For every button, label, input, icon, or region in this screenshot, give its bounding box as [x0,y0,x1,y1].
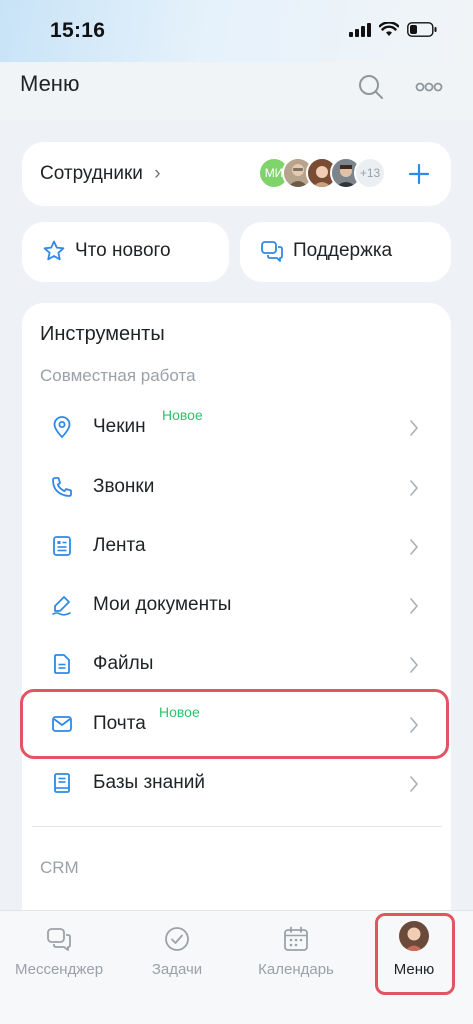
chevron-right-icon [410,598,419,614]
chevron-right-icon [410,480,419,496]
header: Меню [0,62,473,120]
check-circle-icon [165,927,189,951]
star-icon [43,240,65,261]
whats-new-label: Что нового [75,240,171,261]
wifi-icon [379,22,399,36]
employees-label: Сотрудники › [40,163,161,185]
employee-avatars[interactable]: МИ +13 [258,157,418,191]
calendar-icon [284,926,308,951]
chat-bubbles-icon [261,241,283,262]
tab-calendar[interactable]: Календарь [241,911,351,991]
status-time: 15:16 [50,19,106,42]
document-sign-icon [52,596,71,616]
tab-label: Задачи [151,961,203,978]
menu-item-my-documents[interactable]: Мои документы [22,577,451,635]
status-bar: 15:16 [0,0,473,62]
chevron-right-icon [410,657,419,673]
menu-item-label: Мои документы [93,594,232,615]
support-button[interactable]: Поддержка [240,222,451,282]
menu-item-label: Базы знаний [93,772,205,793]
file-icon [54,654,70,674]
menu-item-label: Лента [93,535,146,556]
status-icons [349,22,437,37]
menu-item-feed[interactable]: Лента [22,518,451,576]
battery-icon [407,22,437,37]
menu-item-label: Звонки [93,476,155,497]
more-employees-badge: +13 [354,157,386,189]
phone-icon [52,477,72,497]
location-pin-icon [53,416,71,439]
menu-item-label: Файлы [93,653,154,674]
new-badge: Новое [162,407,203,423]
support-label: Поддержка [293,240,393,261]
menu-tab-highlight-frame [375,913,455,995]
chevron-right-icon [410,539,419,555]
avatar-initials: МИ [264,166,284,180]
menu-item-checkin[interactable]: Чекин Новое [22,399,451,457]
more-count: +13 [359,166,381,180]
menu-item-files[interactable]: Файлы [22,636,451,694]
tab-tasks[interactable]: Задачи [122,911,232,991]
mail-highlight-frame [20,689,449,759]
tab-label: Мессенджер [14,961,104,978]
more-icon[interactable] [413,72,445,102]
tab-messenger[interactable]: Мессенджер [4,911,114,991]
employees-card[interactable]: Сотрудники › МИ +13 [22,142,451,206]
tools-title: Инструменты [40,323,165,345]
signal-icon [349,22,371,37]
search-icon[interactable] [356,72,386,102]
section-collaboration: Совместная работа [40,366,196,385]
menu-item-calls[interactable]: Звонки [22,459,451,517]
whats-new-button[interactable]: Что нового [22,222,229,282]
section-divider [32,826,442,827]
chevron-right-icon: › [154,163,161,184]
menu-item-knowledge-bases[interactable]: Базы знаний [22,755,451,813]
section-crm: CRM [40,858,79,877]
menu-item-label: Чекин [93,416,146,437]
feed-icon [53,536,71,556]
knowledge-base-icon [54,773,70,793]
employees-title: Сотрудники [40,163,143,184]
chat-bubbles-icon [47,928,71,951]
tools-card: Инструменты Совместная работа Чекин Ново… [22,303,451,923]
chevron-right-icon [410,420,419,436]
tab-label: Календарь [258,961,334,978]
chevron-right-icon [410,776,419,792]
add-employee-icon[interactable] [405,160,433,188]
page-title: Меню [20,71,80,96]
